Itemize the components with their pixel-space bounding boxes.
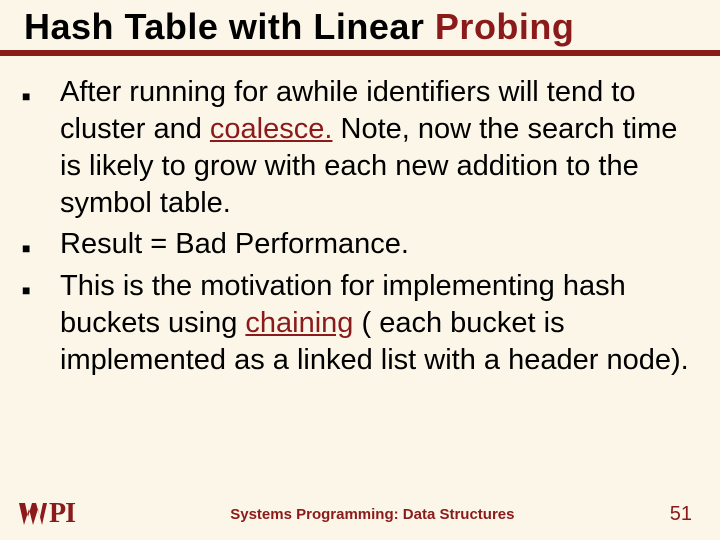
content-area: ■ After running for awhile identifiers w… <box>0 56 720 379</box>
bullet-accent: chaining <box>245 307 353 339</box>
bullet-accent: coalesce. <box>210 113 333 145</box>
bullet-pre: Result = Bad Performance. <box>60 228 409 260</box>
bullet-text: This is the motivation for implementing … <box>60 268 698 379</box>
bullet-text: After running for awhile identifiers wil… <box>60 74 698 222</box>
bullet-item: ■ After running for awhile identifiers w… <box>22 74 698 222</box>
title-band: Hash Table with Linear Probing <box>0 0 720 56</box>
bullet-marker-icon: ■ <box>22 268 60 298</box>
title-pre: Hash Table with Linear <box>24 6 435 47</box>
logo-text: PI <box>49 498 75 530</box>
bullet-marker-icon: ■ <box>22 226 60 256</box>
bullet-item: ■ Result = Bad Performance. <box>22 226 698 263</box>
footer-text: Systems Programming: Data Structures <box>75 506 670 523</box>
title-accent: Probing <box>435 6 574 47</box>
w-logo-icon <box>18 501 48 527</box>
bullet-item: ■ This is the motivation for implementin… <box>22 268 698 379</box>
slide-title: Hash Table with Linear Probing <box>24 6 708 48</box>
bullet-text: Result = Bad Performance. <box>60 226 698 263</box>
bullet-marker-icon: ■ <box>22 74 60 104</box>
footer: PI Systems Programming: Data Structures … <box>0 498 720 530</box>
wpi-logo: PI <box>18 498 75 530</box>
page-number: 51 <box>670 503 698 526</box>
